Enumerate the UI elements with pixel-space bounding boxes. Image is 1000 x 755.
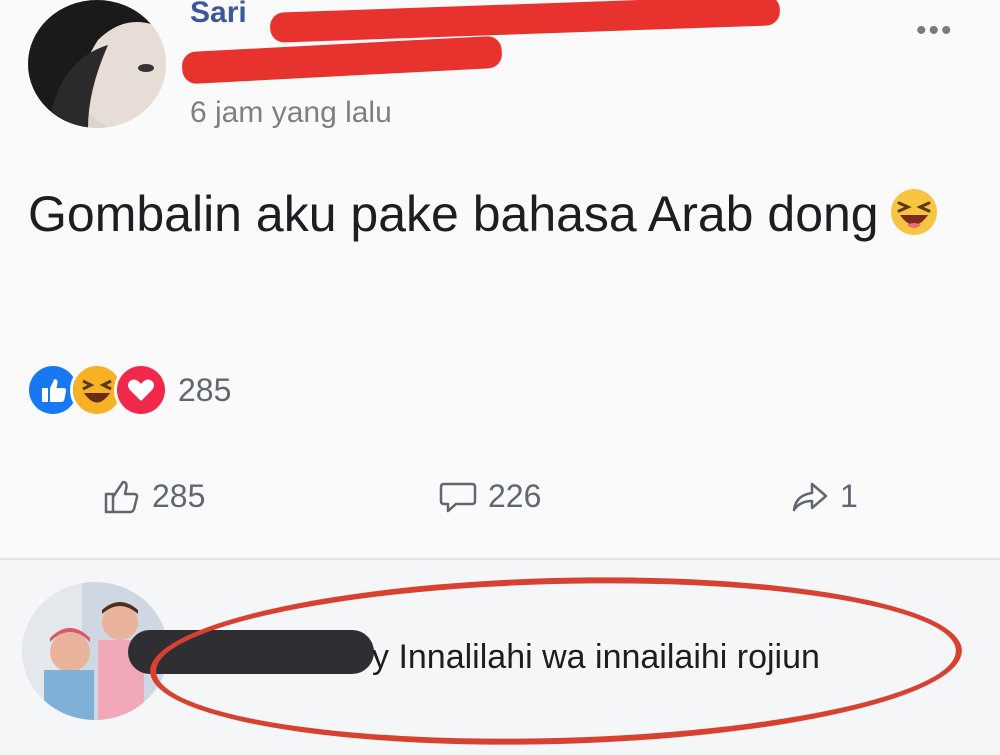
highlight-circle [147,567,965,755]
comment-count: 226 [488,477,542,514]
comment-bubble-icon [439,482,477,513]
love-reaction-icon [114,363,168,417]
author-name[interactable]: Sari [190,0,247,30]
like-count: 285 [152,477,206,514]
more-options-icon[interactable]: ••• [916,14,954,48]
post-timestamp[interactable]: 6 jam yang lalu [190,96,392,130]
comment-button[interactable]: 226 [438,456,541,536]
like-button[interactable]: 285 [102,456,205,536]
avatar-photo [28,0,166,128]
thumbs-up-icon [104,480,139,514]
author-avatar[interactable] [28,0,166,128]
action-bar: 285 226 1 [0,456,1000,536]
redaction-mark [269,0,781,43]
post-text: Gombalin aku pake bahasa Arab dong [28,180,948,248]
share-count: 1 [840,477,858,514]
post-card: Sari 6 jam yang lalu ••• Gombalin aku pa… [0,0,1000,560]
share-arrow-icon [792,482,828,512]
laughing-emoji-icon [889,186,939,236]
redaction-mark [181,35,503,85]
post-body: Gombalin aku pake bahasa Arab dong [28,186,879,242]
share-button[interactable]: 1 [790,456,858,536]
reaction-summary[interactable]: 285 [26,363,232,417]
divider [0,558,1000,560]
reaction-count: 285 [178,371,232,408]
